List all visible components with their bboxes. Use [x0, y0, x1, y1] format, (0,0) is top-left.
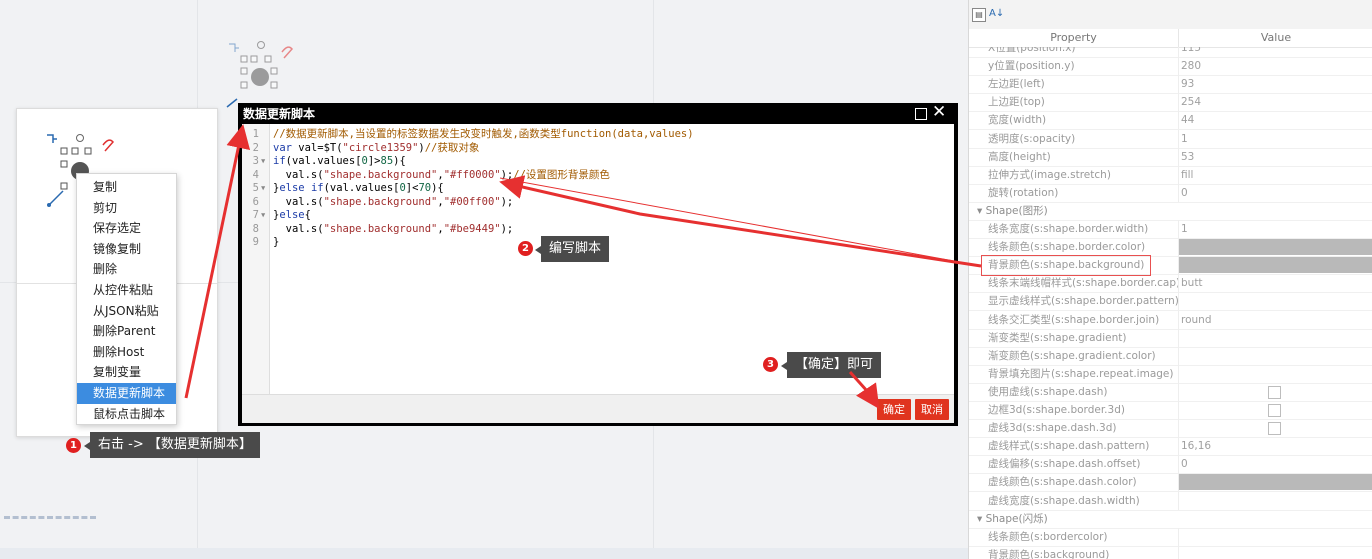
annotation-arrows [184, 124, 982, 409]
arrow-to-ok [848, 370, 880, 409]
arrow-property-line [499, 177, 982, 267]
arrow-menu-to-dialog [184, 124, 251, 399]
arrow-to-code [499, 175, 982, 268]
